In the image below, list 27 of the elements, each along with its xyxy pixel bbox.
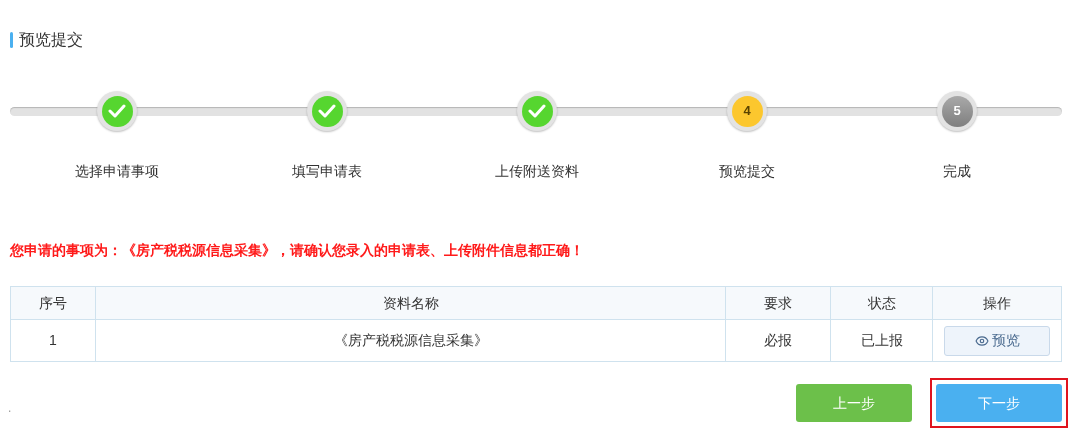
step-check-icon bbox=[517, 91, 557, 131]
preview-button[interactable]: 预览 bbox=[944, 325, 1050, 356]
column-header: 操作 bbox=[982, 293, 1012, 313]
step-number: 4 bbox=[731, 95, 763, 127]
table-cell: 1 bbox=[11, 320, 96, 361]
section-title: 预览提交 bbox=[19, 30, 83, 50]
column-header: 序号 bbox=[11, 287, 96, 319]
column-header: 状态 bbox=[831, 287, 933, 319]
step-label: 填写申请表 bbox=[292, 162, 362, 181]
title-accent-bar bbox=[10, 32, 13, 48]
step-number: 5 bbox=[941, 95, 973, 127]
footnote-mark: . bbox=[8, 400, 12, 417]
previous-step-button[interactable]: 上一步 bbox=[796, 384, 912, 422]
eye-icon bbox=[974, 333, 989, 348]
step-label: 选择申请事项 bbox=[75, 162, 159, 181]
step-label: 预览提交 bbox=[719, 162, 775, 181]
step-check-icon bbox=[307, 91, 347, 131]
column-header: 资料名称 bbox=[96, 287, 726, 319]
notice-text: 您申请的事项为：《房产税税源信息采集》，请确认您录入的申请表、上传附件信息都正确！ bbox=[8, 241, 585, 260]
step-label: 完成 bbox=[943, 162, 971, 181]
table-cell: 《房产税税源信息采集》 bbox=[96, 320, 726, 361]
step-label: 上传附送资料 bbox=[495, 162, 579, 181]
table-cell: 已上报 bbox=[831, 320, 933, 361]
next-step-button[interactable]: 下一步 bbox=[936, 384, 1062, 422]
column-header: 要求 bbox=[726, 287, 831, 319]
table-cell: 必报 bbox=[726, 320, 831, 361]
step-check-icon bbox=[97, 91, 137, 131]
